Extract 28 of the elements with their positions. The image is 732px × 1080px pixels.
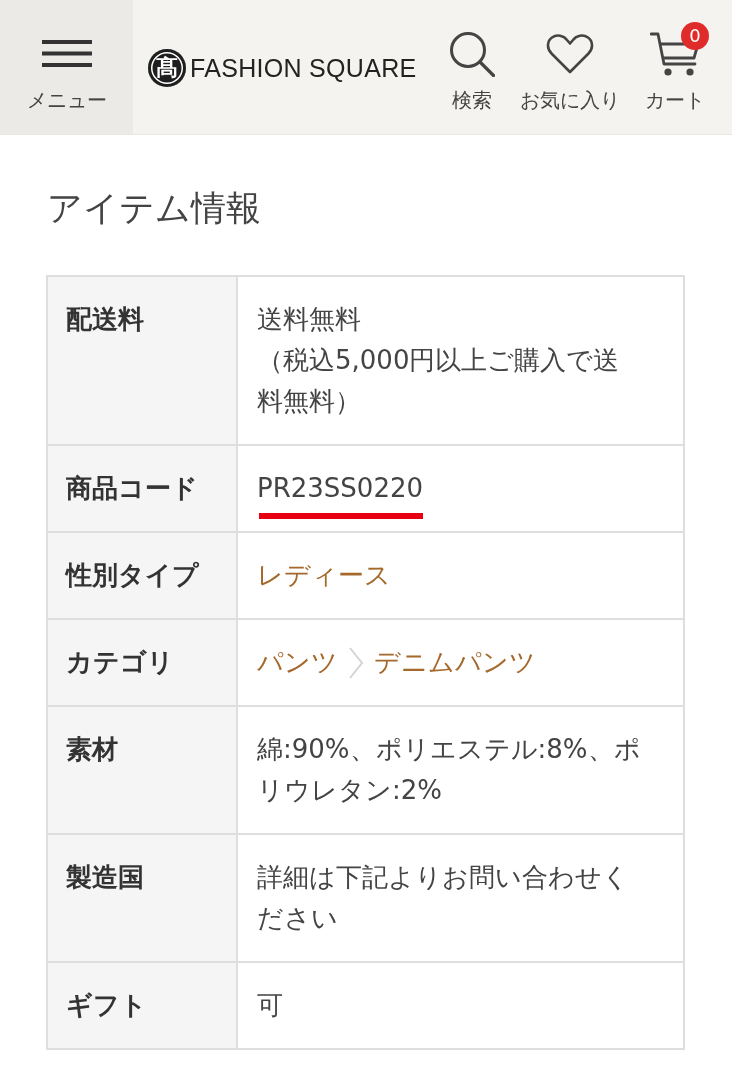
menu-icon [41,40,92,67]
chevron-right-icon [348,645,364,680]
logo-mark[interactable]: 髙 [148,49,186,87]
cell-text: PR23SS0220 [257,472,423,505]
row-label: 製造国 [48,835,238,961]
search-button[interactable]: 検索 [449,0,495,112]
logo-text[interactable]: FASHION SQUARE [190,53,417,83]
heart-icon [546,34,594,74]
cart-count-badge: 0 [681,22,709,50]
cell-text: 詳細は下記よりお問い合わせください [257,861,630,935]
cell-text: 綿:90%、ポリエステル:8%、ポリウレタン:2% [257,733,641,807]
row-label: ギフト [48,963,238,1048]
menu-button[interactable]: メニュー [0,0,133,134]
row-label: 素材 [48,707,238,833]
cell-text: 可 [257,989,283,1022]
category-link[interactable]: パンツ [257,642,338,683]
cart-icon [650,31,700,77]
cell-text: （税込5,000円以上ご購入で送料無料） [257,344,621,418]
section-title: アイテム情報 [46,187,262,230]
favorites-button[interactable]: お気に入り [520,0,620,112]
search-icon [449,31,495,77]
row-label: 配送料 [48,277,238,444]
row-label: 商品コード [48,446,238,531]
category-link[interactable]: デニムパンツ [374,642,536,683]
category-link[interactable]: レディース [257,555,391,596]
row-label: 性別タイプ [48,533,238,618]
row-label: カテゴリ [48,620,238,705]
cell-text: 送料無料 [257,303,361,336]
